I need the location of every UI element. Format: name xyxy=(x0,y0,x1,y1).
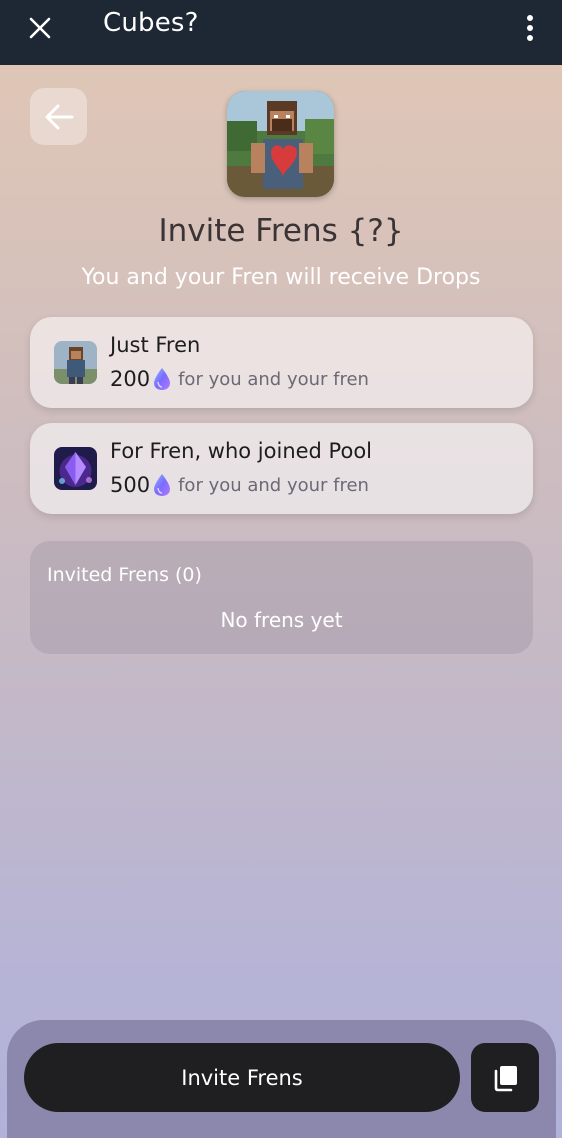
copy-link-button[interactable] xyxy=(471,1043,539,1112)
page-subheading: You and your Fren will receive Drops xyxy=(81,265,481,290)
minecraft-character-thumbnail-icon xyxy=(54,341,97,384)
back-button[interactable] xyxy=(30,88,87,145)
reward-amount: 500 xyxy=(110,473,151,497)
reward-description: for you and your fren xyxy=(178,474,369,496)
hero-image xyxy=(227,91,334,197)
main-content: Invite Frens {?} You and your Fren will … xyxy=(0,65,562,1138)
reward-description: for you and your fren xyxy=(178,368,369,390)
empty-state-text: No frens yet xyxy=(220,608,343,632)
reward-amount: 200 xyxy=(110,367,151,391)
minecraft-character-icon xyxy=(227,91,334,197)
reward-title: For Fren, who joined Pool xyxy=(110,439,372,463)
more-vertical-icon xyxy=(527,15,533,41)
reward-line: 500 for you and your fren xyxy=(110,473,369,497)
menu-button[interactable] xyxy=(516,10,544,46)
reward-title: Just Fren xyxy=(110,333,201,357)
drop-icon xyxy=(154,474,171,496)
reward-thumbnail xyxy=(54,447,97,490)
top-bar: Cubes? xyxy=(0,0,562,65)
reward-card-pool-fren: For Fren, who joined Pool 500 for you an… xyxy=(30,423,533,514)
reward-card-just-fren: Just Fren 200 for you and your fren xyxy=(30,317,533,408)
invite-frens-button[interactable]: Invite Frens xyxy=(24,1043,460,1112)
close-icon xyxy=(29,17,51,39)
invited-frens-panel: Invited Frens (0) No frens yet xyxy=(30,541,533,654)
invited-frens-title: Invited Frens (0) xyxy=(47,564,202,586)
page-heading: Invite Frens {?} xyxy=(158,213,404,249)
bottom-action-bar: Invite Frens xyxy=(7,1020,556,1138)
purple-crystal-thumbnail-icon xyxy=(54,447,97,490)
close-button[interactable] xyxy=(22,10,58,46)
reward-line: 200 for you and your fren xyxy=(110,367,369,391)
drop-icon xyxy=(154,368,171,390)
arrow-left-icon xyxy=(45,104,73,129)
copy-icon xyxy=(494,1065,517,1091)
reward-thumbnail xyxy=(54,341,97,384)
window-title: Cubes? xyxy=(103,8,199,38)
